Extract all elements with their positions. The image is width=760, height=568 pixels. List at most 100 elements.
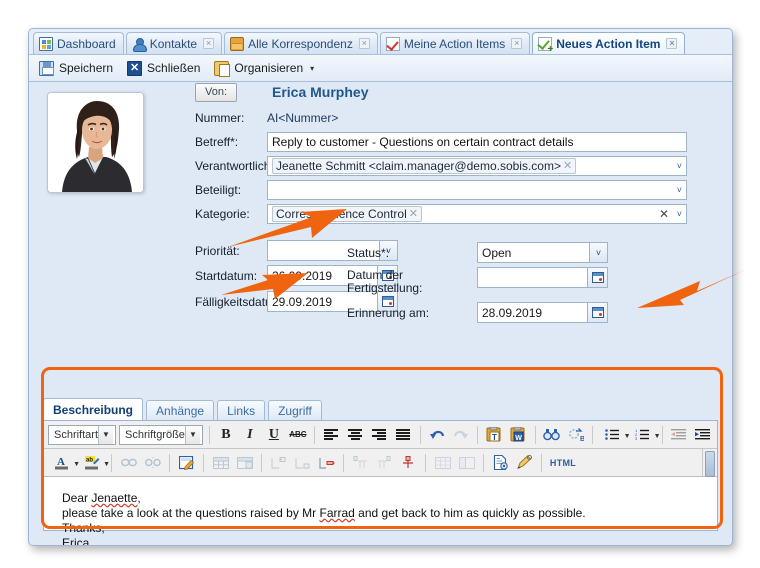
chevron-down-icon[interactable]: ▼ bbox=[103, 461, 110, 468]
redo-button[interactable] bbox=[450, 424, 471, 445]
betreff-input[interactable]: Reply to customer - Questions on certain… bbox=[267, 132, 687, 152]
erinnerung-label: Erinnerung am: bbox=[347, 306, 477, 320]
tab-dashboard[interactable]: Dashboard bbox=[33, 32, 124, 54]
status-field[interactable]: Open ˅ bbox=[477, 242, 608, 263]
delete-column-button[interactable] bbox=[398, 452, 419, 473]
html-source-button[interactable]: HTML bbox=[548, 452, 578, 473]
clipboard-text-icon: T bbox=[486, 427, 502, 442]
underline-button[interactable]: U bbox=[263, 424, 284, 445]
divider bbox=[203, 454, 204, 472]
tab-links[interactable]: Links bbox=[217, 400, 265, 420]
row-von: Von: Erica Murphey bbox=[162, 82, 733, 102]
tab-close-icon[interactable]: × bbox=[511, 38, 522, 49]
strikethrough-label: ABC bbox=[289, 430, 306, 439]
align-left-button[interactable] bbox=[321, 424, 342, 445]
remove-link-button[interactable] bbox=[142, 452, 163, 473]
svg-text:ab: ab bbox=[85, 458, 92, 464]
tab-zugriff[interactable]: Zugriff bbox=[268, 400, 322, 420]
align-left-icon bbox=[324, 429, 338, 440]
tab-close-icon[interactable]: × bbox=[203, 38, 214, 49]
indent-button[interactable] bbox=[692, 424, 713, 445]
tab-anhaenge[interactable]: Anhänge bbox=[146, 400, 214, 420]
paste-text-button[interactable]: T bbox=[484, 424, 505, 445]
tab-neues-action-item[interactable]: Neues Action Item × bbox=[532, 32, 685, 54]
erinnerung-field[interactable]: 28.09.2019 bbox=[477, 302, 608, 323]
insert-row-below-button[interactable] bbox=[292, 452, 313, 473]
align-right-button[interactable] bbox=[369, 424, 390, 445]
chevron-down-icon[interactable]: ▼ bbox=[654, 433, 661, 440]
image-edit-icon bbox=[179, 456, 195, 470]
bold-button[interactable]: B bbox=[215, 424, 236, 445]
edit-image-button[interactable] bbox=[176, 452, 197, 473]
kategorie-select[interactable]: Correspondence Control ✕ ✕ ˅ bbox=[267, 204, 687, 224]
chip-remove-icon[interactable]: ✕ bbox=[563, 157, 572, 175]
font-family-value: Schriftart bbox=[54, 429, 98, 441]
status-label: Status*: bbox=[347, 246, 477, 260]
table-properties-icon bbox=[237, 457, 253, 469]
chevron-down-icon[interactable]: ▼ bbox=[185, 426, 200, 444]
split-cell-button[interactable] bbox=[456, 452, 477, 473]
tab-alle-korrespondenz[interactable]: Alle Korrespondenz × bbox=[224, 32, 378, 54]
insert-row-above-button[interactable]: + bbox=[268, 452, 289, 473]
organize-menu-button[interactable]: Organisieren ▾ bbox=[214, 61, 314, 76]
insert-column-left-button[interactable] bbox=[350, 452, 371, 473]
delete-row-button[interactable] bbox=[316, 452, 337, 473]
svg-text:+: + bbox=[280, 457, 283, 463]
close-button[interactable]: ✕ Schließen bbox=[127, 61, 200, 76]
chevron-down-icon[interactable]: ▼ bbox=[98, 426, 113, 444]
label-line-2: Fertigstellung: bbox=[347, 282, 477, 295]
align-center-button[interactable] bbox=[345, 424, 366, 445]
table-properties-button[interactable] bbox=[234, 452, 255, 473]
merge-cells-button[interactable] bbox=[432, 452, 453, 473]
chevron-down-icon[interactable]: ˅ bbox=[677, 181, 682, 199]
paste-word-button[interactable]: W bbox=[508, 424, 529, 445]
replace-button[interactable]: B bbox=[565, 424, 586, 445]
tab-meine-action-items[interactable]: Meine Action Items × bbox=[380, 32, 530, 54]
numbered-list-button[interactable]: 1 2 3 ▼ bbox=[629, 424, 656, 445]
save-button[interactable]: Speichern bbox=[39, 61, 113, 76]
text-color-button[interactable]: A ▼ bbox=[48, 452, 75, 473]
folder-icon bbox=[230, 37, 244, 51]
insert-link-button[interactable] bbox=[118, 452, 139, 473]
verantwortlicher-chip: Jeanette Schmitt <claim.manager@demo.sob… bbox=[272, 158, 576, 174]
spellcheck-button[interactable] bbox=[514, 452, 535, 473]
scrollbar-thumb[interactable] bbox=[705, 451, 715, 477]
chevron-down-icon[interactable]: ˅ bbox=[677, 205, 682, 223]
page-properties-button[interactable] bbox=[490, 452, 511, 473]
strikethrough-button[interactable]: ABC bbox=[287, 424, 308, 445]
bullet-list-button[interactable]: ▼ bbox=[599, 424, 626, 445]
chevron-down-icon[interactable]: ˅ bbox=[677, 157, 682, 175]
datum-der-fertigstellung-field[interactable] bbox=[477, 267, 608, 288]
highlight-color-button[interactable]: ab ▼ bbox=[78, 452, 105, 473]
column-delete-icon bbox=[401, 456, 416, 469]
von-button[interactable]: Von: bbox=[195, 83, 237, 102]
font-family-select[interactable]: Schriftart ▼ bbox=[48, 425, 116, 445]
outdent-button[interactable] bbox=[668, 424, 689, 445]
tab-beschreibung[interactable]: Beschreibung bbox=[43, 398, 143, 420]
find-button[interactable] bbox=[541, 424, 562, 445]
chevron-down-icon[interactable]: ˅ bbox=[589, 243, 607, 262]
tab-close-icon[interactable]: × bbox=[666, 38, 677, 49]
beteiligt-field[interactable]: ˅ bbox=[267, 180, 687, 200]
italic-label: I bbox=[247, 427, 252, 443]
insert-column-right-button[interactable] bbox=[374, 452, 395, 473]
align-justify-button[interactable] bbox=[393, 424, 414, 445]
calendar-picker-button[interactable] bbox=[587, 268, 607, 287]
verantwortlicher-select[interactable]: Jeanette Schmitt <claim.manager@demo.sob… bbox=[267, 156, 687, 176]
undo-button[interactable] bbox=[426, 424, 447, 445]
faelligkeitsdatum-value: 29.09.2019 bbox=[272, 295, 332, 309]
calendar-picker-button[interactable] bbox=[587, 303, 607, 322]
italic-button[interactable]: I bbox=[239, 424, 260, 445]
clear-icon[interactable]: ✕ bbox=[659, 205, 669, 223]
section-tab-label: Beschreibung bbox=[53, 403, 133, 417]
table-icon bbox=[213, 457, 229, 469]
numbered-list-icon: 1 2 3 bbox=[635, 429, 649, 440]
font-size-value: Schriftgröße bbox=[125, 429, 185, 441]
editor-toolbar-scrollbar[interactable] bbox=[702, 449, 717, 476]
font-size-select[interactable]: Schriftgröße ▼ bbox=[119, 425, 203, 445]
tab-kontakte[interactable]: Kontakte × bbox=[126, 32, 222, 54]
description-textarea[interactable]: Dear Jenaette, please take a look at the… bbox=[44, 478, 717, 530]
chip-remove-icon[interactable]: ✕ bbox=[409, 205, 418, 223]
insert-table-button[interactable] bbox=[210, 452, 231, 473]
tab-close-icon[interactable]: × bbox=[359, 38, 370, 49]
